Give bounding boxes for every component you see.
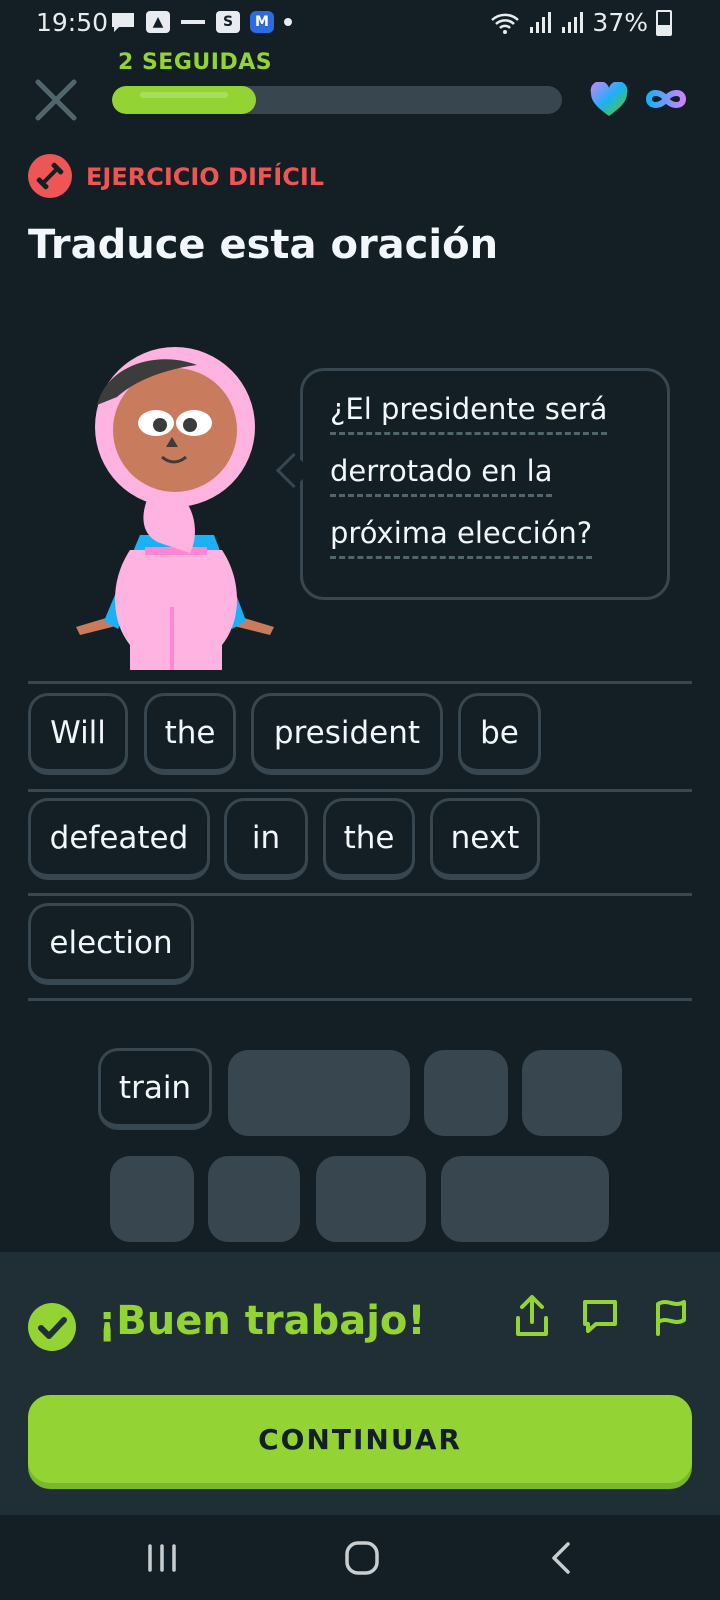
answer-line-4 [28, 998, 692, 1001]
news-icon [181, 20, 205, 24]
answer-word-defeated[interactable]: defeated [28, 798, 210, 880]
progress-fill [112, 86, 256, 114]
answer-line-2 [28, 789, 692, 792]
word-bank-empty-slot [441, 1156, 609, 1242]
wifi-icon [491, 13, 520, 34]
word-bank-empty-slot [228, 1050, 410, 1136]
word-bank-empty-slot [522, 1050, 622, 1136]
close-icon[interactable] [34, 78, 78, 122]
battery-icon [656, 9, 672, 36]
report-flag-icon[interactable] [650, 1294, 690, 1338]
page-title: Traduce esta oración [28, 222, 499, 268]
answer-word-will[interactable]: Will [28, 693, 128, 775]
feedback-message: ¡Buen trabajo! [98, 1298, 426, 1344]
answer-word-the-2[interactable]: the [323, 798, 415, 880]
streak-counter: 2 SEGUIDAS [118, 50, 273, 75]
answer-word-next[interactable]: next [430, 798, 540, 880]
hard-exercise-label: EJERCICIO DIFÍCIL [86, 163, 325, 191]
word-bank-empty-slot [424, 1050, 508, 1136]
m-app-icon: M [250, 11, 274, 33]
answer-word-in[interactable]: in [224, 798, 308, 880]
character-illustration [76, 347, 274, 670]
sentence-line-1[interactable]: ¿El presidente será [330, 392, 608, 435]
infinity-icon [645, 90, 687, 108]
dumbbell-icon [28, 154, 72, 198]
message-icon [112, 13, 134, 32]
answer-word-president[interactable]: president [251, 693, 443, 775]
home-icon[interactable] [340, 1538, 384, 1578]
s-app-icon: S [216, 11, 240, 33]
system-indicators: 37% [490, 8, 672, 37]
status-time: 19:50 [36, 8, 109, 37]
heart-icon[interactable] [590, 82, 628, 118]
app-icon-a: ▲ [146, 11, 170, 33]
answer-line-1 [28, 681, 692, 684]
comment-icon[interactable] [580, 1294, 620, 1338]
signal-icon [530, 11, 552, 33]
sentence-line-2[interactable]: derrotado en la [330, 454, 553, 497]
answer-line-3 [28, 893, 692, 896]
dot-icon [284, 18, 292, 26]
recent-apps-icon[interactable] [140, 1538, 184, 1578]
answer-word-the[interactable]: the [144, 693, 236, 775]
share-icon[interactable] [512, 1294, 552, 1338]
lesson-progress-bar [112, 86, 562, 114]
battery-percent: 37% [592, 8, 648, 37]
notification-icons: ▲ S M [110, 10, 292, 34]
word-bank-empty-slot [208, 1156, 300, 1242]
back-icon[interactable] [540, 1538, 584, 1578]
word-bank-train[interactable]: train [98, 1048, 212, 1130]
answer-word-be[interactable]: be [458, 693, 541, 775]
answer-word-election[interactable]: election [28, 903, 194, 985]
continue-button[interactable]: CONTINUAR [28, 1395, 692, 1483]
word-bank-empty-slot [316, 1156, 426, 1242]
word-bank-empty-slot [110, 1156, 194, 1242]
sentence-line-3[interactable]: próxima elección? [330, 516, 593, 559]
check-icon [28, 1303, 76, 1351]
signal-icon-2 [562, 11, 584, 33]
